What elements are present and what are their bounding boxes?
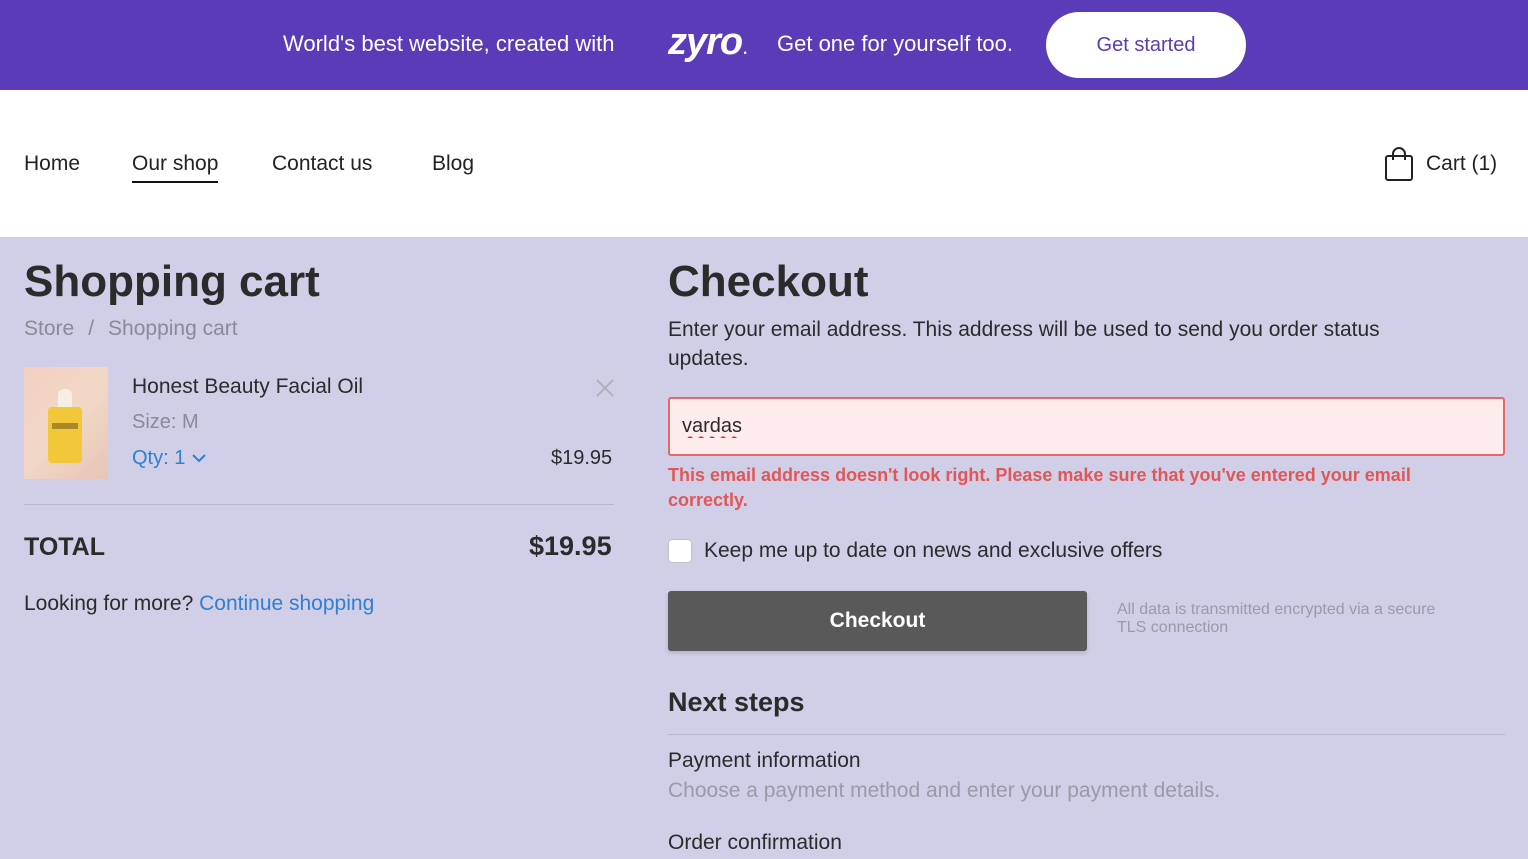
quantity-dropdown[interactable]: Qty: 1	[132, 447, 207, 470]
zyro-logo[interactable]: zyro.	[668, 20, 748, 69]
continue-shopping-row: Looking for more? Continue shopping	[24, 592, 374, 616]
newsletter-row: Keep me up to date on news and exclusive…	[668, 539, 1162, 563]
nav-item-our-shop[interactable]: Our shop	[132, 151, 219, 183]
email-field[interactable]	[668, 397, 1505, 456]
checkout-button[interactable]: Checkout	[668, 591, 1087, 651]
cart-link[interactable]: Cart (1)	[1384, 146, 1497, 182]
continue-shopping-link[interactable]: Continue shopping	[199, 592, 374, 615]
cart-divider	[24, 504, 614, 505]
site-header: Home Our shop Contact us Blog Cart (1)	[0, 90, 1528, 237]
checkout-title: Checkout	[668, 257, 869, 306]
breadcrumb-separator: /	[88, 317, 95, 340]
newsletter-checkbox[interactable]	[668, 539, 692, 563]
total-value: $19.95	[529, 531, 612, 561]
get-started-button[interactable]: Get started	[1046, 12, 1246, 78]
product-price: $19.95	[551, 447, 613, 469]
checkout-description: Enter your email address. This address w…	[668, 318, 1380, 370]
cart-title: Shopping cart	[24, 257, 320, 306]
step-payment-desc: Choose a payment method and enter your p…	[668, 779, 1221, 802]
more-text: Looking for more?	[24, 592, 194, 615]
banner-right-text: Get one for yourself too.	[777, 31, 1014, 56]
banner-left-text: World's best website, created with	[283, 31, 615, 56]
next-steps-title: Next steps	[668, 687, 805, 717]
breadcrumb-current: Shopping cart	[108, 317, 238, 340]
newsletter-label[interactable]: Keep me up to date on news and exclusive…	[704, 539, 1162, 563]
shopping-bag-icon	[1385, 147, 1413, 181]
nav-item-home[interactable]: Home	[24, 151, 80, 177]
logo-dot: .	[742, 34, 748, 59]
breadcrumb-store[interactable]: Store	[24, 317, 74, 340]
secure-note: All data is transmitted encrypted via a …	[1117, 601, 1436, 636]
step-confirmation-title: Order confirmation	[668, 831, 842, 854]
breadcrumb: Store / Shopping cart	[24, 317, 238, 341]
close-icon[interactable]	[594, 377, 616, 399]
product-size: Size: M	[132, 411, 199, 433]
nav-item-contact-us[interactable]: Contact us	[272, 151, 372, 177]
email-error-message: This email address doesn't look right. P…	[668, 465, 1411, 510]
promo-banner: World's best website, created with zyro.…	[0, 0, 1528, 90]
step-payment-title: Payment information	[668, 749, 861, 772]
chevron-down-icon	[192, 454, 206, 463]
product-name: Honest Beauty Facial Oil	[132, 375, 364, 398]
nav-item-blog[interactable]: Blog	[432, 151, 474, 177]
product-image	[24, 367, 108, 479]
total-label: TOTAL	[24, 533, 106, 561]
next-steps-divider	[668, 734, 1505, 735]
quantity-label: Qty: 1	[132, 447, 186, 469]
cart-label: Cart (1)	[1426, 152, 1498, 175]
logo-text: zyro	[668, 21, 743, 63]
